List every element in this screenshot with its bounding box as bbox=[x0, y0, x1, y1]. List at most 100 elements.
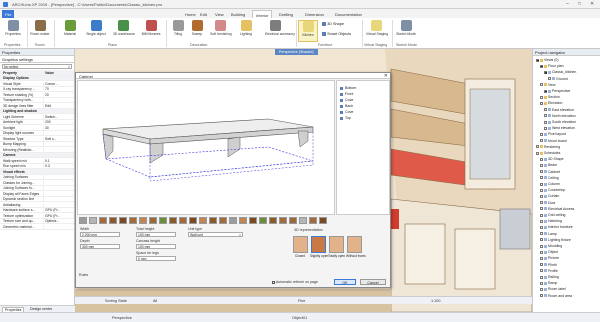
view-option-front[interactable]: Front bbox=[340, 92, 353, 96]
material-swatch[interactable] bbox=[209, 217, 217, 224]
visibility-checkbox[interactable] bbox=[540, 213, 543, 217]
navigator-item[interactable]: Lighting fixture bbox=[540, 238, 571, 243]
material-swatch[interactable] bbox=[149, 217, 157, 224]
single-object-button[interactable]: Single object bbox=[86, 20, 106, 42]
line-weight-fine[interactable]: Fine bbox=[298, 299, 305, 303]
navigator-item[interactable]: Mood board bbox=[540, 139, 567, 144]
tab-design-center[interactable]: Design center bbox=[28, 307, 54, 311]
navigator-item[interactable]: Room and area bbox=[540, 294, 572, 299]
visibility-checkbox[interactable] bbox=[540, 275, 543, 279]
layer-filter-all[interactable]: All bbox=[153, 299, 157, 303]
tab-view[interactable]: View bbox=[212, 10, 227, 18]
virtual-staging-button[interactable]: Virtual Staging bbox=[366, 20, 388, 42]
material-swatch[interactable] bbox=[159, 217, 167, 224]
tiling-button[interactable]: Tiling bbox=[168, 20, 188, 42]
material-swatch[interactable] bbox=[289, 217, 297, 224]
material-swatch[interactable] bbox=[259, 217, 267, 224]
navigator-item[interactable]: Profile bbox=[540, 269, 558, 274]
material-swatch[interactable] bbox=[199, 217, 207, 224]
navigator-item[interactable]: West elevation bbox=[544, 126, 575, 131]
property-value[interactable]: 0.3 bbox=[43, 164, 73, 169]
visibility-checkbox[interactable] bbox=[544, 114, 547, 118]
navigator-item[interactable]: Room label bbox=[540, 287, 566, 292]
navigator-item[interactable]: Grid ceiling bbox=[540, 213, 566, 218]
view-option-cove[interactable]: Cove bbox=[340, 98, 353, 102]
view-option-top[interactable]: Top bbox=[340, 116, 351, 120]
visibility-checkbox[interactable] bbox=[540, 139, 543, 143]
visibility-checkbox[interactable] bbox=[544, 89, 547, 93]
navigator-item[interactable]: Ground bbox=[548, 77, 568, 82]
property-value[interactable]: 70 bbox=[43, 87, 73, 92]
material-swatch[interactable] bbox=[139, 217, 147, 224]
property-value[interactable]: 20 bbox=[43, 92, 73, 97]
unit-type-select[interactable]: Wall unit ▾ bbox=[188, 232, 243, 237]
navigator-item[interactable]: Interior furniture bbox=[540, 225, 573, 230]
sketch-mode-button[interactable]: Sketch Mode bbox=[396, 20, 416, 42]
sorting-state-dropdown[interactable]: Sorting State bbox=[105, 299, 127, 303]
property-value[interactable]: GPU (Fr... bbox=[43, 213, 73, 218]
property-value[interactable] bbox=[43, 131, 73, 136]
property-value[interactable] bbox=[43, 202, 73, 207]
navigator-item[interactable]: Picture bbox=[540, 256, 559, 261]
space-for-legs-input[interactable]: 0 mm bbox=[136, 256, 176, 261]
navigator-item[interactable]: Cabinet bbox=[540, 170, 560, 175]
material-swatch[interactable] bbox=[179, 217, 187, 224]
visibility-checkbox[interactable] bbox=[540, 64, 543, 68]
total-height-input[interactable]: 100 mm bbox=[136, 232, 176, 237]
navigator-item[interactable]: Classic_kitchen bbox=[544, 70, 576, 75]
visibility-checkbox[interactable] bbox=[540, 207, 543, 211]
rep-closed-option[interactable]: Closed bbox=[292, 236, 308, 264]
navigator-item[interactable]: View bbox=[540, 83, 556, 88]
navigator-item[interactable]: Floor plan bbox=[540, 64, 564, 69]
navigator-item[interactable]: 3D Shape bbox=[540, 157, 564, 162]
visibility-checkbox[interactable] bbox=[540, 95, 543, 99]
material-swatch[interactable] bbox=[79, 217, 87, 224]
navigator-item[interactable]: East elevation bbox=[544, 108, 574, 113]
room-maker-button[interactable]: Room maker bbox=[30, 20, 50, 42]
visibility-checkbox[interactable] bbox=[540, 294, 543, 298]
navigator-item[interactable]: Curtain bbox=[540, 194, 559, 199]
visibility-checkbox[interactable] bbox=[540, 263, 543, 267]
property-value[interactable] bbox=[43, 197, 73, 202]
visibility-checkbox[interactable] bbox=[540, 83, 543, 87]
visibility-checkbox[interactable] bbox=[540, 225, 543, 229]
tab-dimension[interactable]: Dimension bbox=[302, 10, 327, 18]
view-option-bottom[interactable]: Bottom bbox=[340, 86, 356, 90]
tab-file[interactable]: File bbox=[2, 10, 15, 18]
material-swatch[interactable] bbox=[299, 217, 307, 224]
visibility-checkbox[interactable] bbox=[540, 238, 543, 242]
material-swatch[interactable] bbox=[169, 217, 177, 224]
visibility-checkbox[interactable] bbox=[544, 126, 547, 130]
property-value[interactable] bbox=[43, 186, 73, 191]
visibility-checkbox[interactable] bbox=[540, 250, 543, 254]
navigator-item[interactable]: Door bbox=[540, 201, 556, 206]
property-value[interactable] bbox=[43, 147, 73, 152]
visibility-checkbox[interactable] bbox=[540, 201, 543, 205]
visibility-checkbox[interactable] bbox=[536, 145, 539, 149]
material-swatch[interactable] bbox=[269, 217, 277, 224]
material-swatch[interactable] bbox=[99, 217, 107, 224]
property-value[interactable] bbox=[43, 191, 73, 196]
navigator-item[interactable]: Object bbox=[540, 250, 558, 255]
bim-libraries-button[interactable]: BIM libraries bbox=[141, 20, 161, 42]
navigator-item[interactable]: Railing bbox=[540, 275, 559, 280]
property-value[interactable]: Conne... bbox=[43, 81, 73, 86]
property-value[interactable] bbox=[43, 142, 73, 147]
maximize-icon[interactable]: □ bbox=[578, 1, 581, 7]
tab-documentation[interactable]: Documentation bbox=[332, 10, 365, 18]
navigator-item[interactable]: South elevation bbox=[544, 120, 576, 125]
material-swatch[interactable] bbox=[89, 217, 97, 224]
visibility-checkbox[interactable] bbox=[540, 170, 543, 174]
visibility-checkbox[interactable] bbox=[544, 70, 547, 74]
visibility-checkbox[interactable] bbox=[540, 101, 543, 105]
property-value[interactable]: Optimiz... bbox=[43, 219, 73, 224]
navigator-item[interactable]: Countertop bbox=[540, 188, 565, 193]
sweep-button[interactable]: Sweep bbox=[187, 20, 207, 42]
tab-edit[interactable]: Edit bbox=[197, 10, 210, 18]
auto-refresh-checkbox[interactable]: Automatic refresh on page bbox=[272, 280, 318, 284]
close-icon[interactable]: ✕ bbox=[384, 73, 388, 79]
property-value[interactable] bbox=[43, 224, 73, 229]
navigator-item[interactable]: Plinth bbox=[540, 263, 557, 268]
cabinet-preview[interactable] bbox=[77, 80, 335, 215]
material-swatch[interactable] bbox=[109, 217, 117, 224]
